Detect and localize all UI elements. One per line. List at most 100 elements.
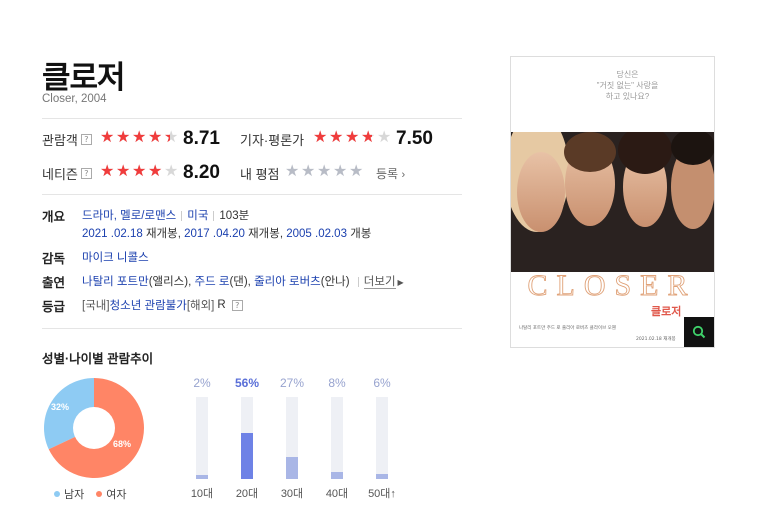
- gender-legend: 남자 여자: [54, 486, 127, 502]
- star-icon: ★★: [345, 129, 359, 146]
- grade-foreign: R: [217, 299, 226, 311]
- divider: [42, 194, 462, 195]
- star-fill: ★: [116, 129, 130, 146]
- divider: [42, 118, 462, 119]
- star-icon: ★★: [132, 129, 146, 146]
- star-fill: ★: [148, 129, 162, 146]
- grade-link[interactable]: 청소년 관람불가: [110, 297, 187, 313]
- netizen-help-icon[interactable]: ?: [80, 168, 92, 179]
- star-icon: ★★: [132, 163, 146, 180]
- cast-link[interactable]: 줄리아 로버츠: [254, 276, 321, 288]
- director-key: 감독: [42, 252, 66, 266]
- star-icon: ★★: [313, 129, 327, 146]
- caret-right-icon: ▶: [397, 278, 404, 287]
- audience-rating-label: 관람객 ?: [42, 130, 92, 149]
- age-bar-percent: 27%: [279, 376, 305, 390]
- age-bar: [286, 456, 298, 479]
- cast-link[interactable]: 나탈리 포트만: [82, 276, 149, 288]
- cast-row: 나탈리 포트만(앨리스), 주드 로(댄), 줄리아 로버츠(안나) 더보기 ▶: [82, 276, 404, 289]
- my-rating-label: 내 평점: [240, 167, 280, 182]
- age-bar-label: 20대: [235, 488, 259, 500]
- audience-stars: ★★★★★★★★★★: [100, 127, 180, 147]
- more-cast-link[interactable]: 더보기 ▶: [363, 276, 404, 289]
- age-bar-track: [376, 397, 388, 479]
- star-icon: ★★: [100, 129, 114, 146]
- runtime: 103분: [219, 210, 250, 222]
- netizen-score: 8.20: [183, 162, 220, 183]
- star-icon: ★★: [148, 129, 162, 146]
- age-bar-label: 40대: [325, 488, 349, 500]
- separator: [213, 210, 215, 221]
- director-row: 마이크 니콜스: [82, 249, 149, 265]
- star-icon[interactable]: ★: [333, 161, 349, 181]
- age-bar-track: [331, 397, 343, 479]
- star-fill: ★: [329, 129, 343, 146]
- poster-korean-title: 클로저: [651, 304, 681, 318]
- release-date-link[interactable]: 2017 .04.20: [184, 228, 245, 240]
- movie-title: 클로저: [42, 60, 126, 95]
- poster-zoom-button[interactable]: [684, 317, 714, 347]
- poster-big-title: CLOSER: [527, 269, 696, 302]
- age-bar-percent: 8%: [328, 376, 346, 390]
- cast-key: 출연: [42, 276, 66, 290]
- star-fill: ★: [100, 129, 114, 146]
- critic-score: 7.50: [396, 128, 433, 149]
- grade-help-icon[interactable]: ?: [231, 299, 243, 311]
- age-bar-track: [286, 397, 298, 479]
- netizen-stars: ★★★★★★★★★★: [100, 161, 180, 181]
- age-bar-label: 30대: [280, 488, 304, 500]
- search-icon: [692, 325, 706, 339]
- grade-row: [국내] 청소년 관람불가 [해외] R ?: [82, 297, 243, 313]
- divider: [42, 328, 462, 329]
- star-icon: ★★: [329, 129, 343, 146]
- movie-poster[interactable]: 당신은 "거짓 없는" 사랑을 하고 있나요? CLOSER 클로저 나탈리 포…: [510, 56, 715, 348]
- star-icon: ★: [377, 129, 391, 146]
- age-bar-track: [196, 397, 208, 479]
- star-icon: ★★: [116, 129, 130, 146]
- star-icon: ★★: [164, 163, 178, 180]
- critic-rating-label: 기자·평론가: [240, 133, 305, 148]
- star-icon[interactable]: ★: [317, 161, 333, 181]
- release-date-link[interactable]: 2021 .02.18: [82, 228, 143, 240]
- pie-label-male: 32%: [51, 402, 70, 412]
- star-icon: ★★: [116, 163, 130, 180]
- star-fill: ★: [116, 163, 130, 180]
- movie-subtitle: Closer, 2004: [42, 93, 107, 105]
- star-icon: ★★: [164, 127, 178, 147]
- separator: [357, 276, 359, 287]
- star-icon[interactable]: ★: [349, 161, 365, 181]
- overview-key: 개요: [42, 210, 66, 224]
- netizen-rating-label: 네티즌 ?: [42, 164, 92, 183]
- legend-dot-male: [54, 491, 60, 497]
- legend-dot-female: [96, 491, 103, 497]
- cast-link[interactable]: 주드 로: [195, 276, 230, 288]
- star-fill: ★: [345, 129, 359, 146]
- genre-link[interactable]: 드라마, 멜로/로맨스: [82, 210, 176, 222]
- my-rating-register-link[interactable]: 등록 ›: [376, 165, 405, 182]
- star-icon[interactable]: ★: [301, 161, 317, 181]
- critic-stars: ★ ★ ★ ★ ★ ★ ★ ★ ★: [313, 127, 393, 147]
- star-fill: ★: [313, 129, 327, 146]
- star-fill: ★: [132, 129, 146, 146]
- star-icon[interactable]: ★: [285, 161, 301, 181]
- star-fill: ★: [164, 127, 170, 147]
- star-fill: ★: [148, 163, 162, 180]
- age-bar: [331, 472, 343, 479]
- star-icon: ★★: [100, 163, 114, 180]
- country-link[interactable]: 미국: [187, 210, 208, 222]
- age-bar-percent: 56%: [234, 376, 260, 390]
- age-bar-label: 50대↑: [368, 488, 396, 500]
- star-fill: ★: [100, 163, 114, 180]
- age-bar-percent: 6%: [373, 376, 391, 390]
- audience-help-icon[interactable]: ?: [80, 134, 92, 145]
- pie-label-female: 68%: [113, 439, 132, 449]
- director-link[interactable]: 마이크 니콜스: [82, 252, 149, 264]
- legend-label-female: 여자: [106, 489, 127, 501]
- section-title: 성별·나이별 관람추이: [42, 352, 154, 366]
- my-rating-stars[interactable]: ★ ★ ★ ★ ★: [285, 161, 365, 181]
- release-date-link[interactable]: 2005 .02.03: [286, 228, 347, 240]
- poster-cast-line: 나탈리 포트만 주드 로 줄리아 로버츠 클라이브 오웬: [519, 324, 616, 331]
- age-bar-label: 10대: [190, 488, 214, 500]
- audience-score: 8.71: [183, 128, 220, 149]
- poster-tagline: 당신은 "거짓 없는" 사랑을 하고 있나요?: [596, 70, 659, 101]
